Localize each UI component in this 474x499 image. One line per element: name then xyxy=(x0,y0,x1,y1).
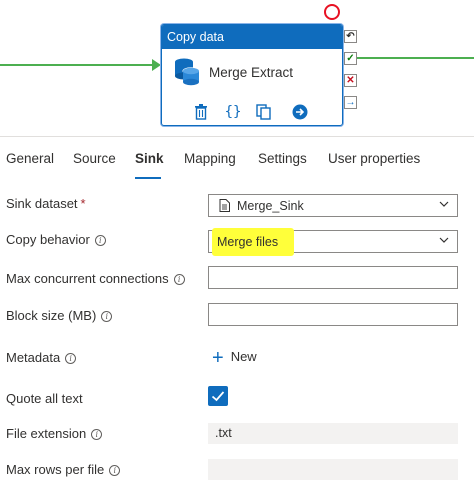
success-check-icon[interactable]: ✓ xyxy=(344,52,357,65)
file-extension-label-text: File extension xyxy=(6,426,87,441)
tab-mapping[interactable]: Mapping xyxy=(184,151,236,166)
info-icon[interactable]: i xyxy=(65,353,77,364)
copy-behavior-select[interactable]: Merge files xyxy=(208,228,458,256)
database-icon xyxy=(175,58,200,86)
copy-icon[interactable] xyxy=(256,103,272,121)
info-icon[interactable]: i xyxy=(173,274,185,285)
activity-name: Merge Extract xyxy=(209,65,294,80)
incoming-arrow-icon xyxy=(152,59,161,71)
active-tab-indicator xyxy=(135,177,161,179)
copy-data-activity[interactable]: Copy data Merge Extract {} xyxy=(161,24,343,126)
metadata-label-text: Metadata xyxy=(6,350,61,365)
file-extension-value: .txt xyxy=(215,426,232,440)
quote-all-text-label: Quote all text xyxy=(6,391,83,406)
incoming-connector xyxy=(0,64,152,66)
copy-behavior-label: Copy behavior i xyxy=(6,232,106,247)
sink-dataset-label-text: Sink dataset xyxy=(6,196,78,211)
copy-behavior-label-text: Copy behavior xyxy=(6,232,90,247)
info-icon[interactable]: i xyxy=(101,311,113,322)
plus-icon: + xyxy=(212,347,224,369)
checkmark-icon xyxy=(211,391,225,402)
max-rows-label: Max rows per file i xyxy=(6,462,121,477)
block-size-label: Block size (MB) i xyxy=(6,308,113,323)
tab-general[interactable]: General xyxy=(6,151,54,166)
max-concurrent-label: Max concurrent connections i xyxy=(6,271,185,286)
tab-sink[interactable]: Sink xyxy=(135,151,164,166)
tab-source[interactable]: Source xyxy=(73,151,116,166)
dataset-file-icon xyxy=(219,199,230,212)
info-icon[interactable]: i xyxy=(94,235,106,246)
quote-all-text-label-text: Quote all text xyxy=(6,391,83,406)
sink-dataset-label: Sink dataset * xyxy=(6,196,86,211)
arrow-right-circle-icon[interactable] xyxy=(292,103,308,121)
chevron-down-icon xyxy=(439,201,449,207)
file-extension-label: File extension i xyxy=(6,426,103,441)
metadata-new-button[interactable]: + New xyxy=(212,347,257,370)
outgoing-connector xyxy=(357,57,474,59)
tab-user-properties[interactable]: User properties xyxy=(328,151,420,166)
pipeline-canvas[interactable]: Copy data Merge Extract {} ↶ ✓ ✕ → xyxy=(0,0,474,135)
tab-settings[interactable]: Settings xyxy=(258,151,307,166)
max-concurrent-label-text: Max concurrent connections xyxy=(6,271,169,286)
max-concurrent-input[interactable] xyxy=(208,266,458,289)
activity-type-label: Copy data xyxy=(162,25,342,49)
max-rows-input[interactable] xyxy=(208,459,458,480)
info-icon[interactable]: i xyxy=(91,429,103,440)
delete-icon[interactable] xyxy=(194,103,208,121)
code-icon[interactable]: {} xyxy=(223,103,243,121)
sink-dataset-value: Merge_Sink xyxy=(237,199,304,213)
completion-arrow-icon[interactable]: → xyxy=(344,96,357,109)
copy-behavior-value: Merge files xyxy=(217,235,279,249)
quote-all-text-checkbox[interactable] xyxy=(208,386,228,406)
redo-icon[interactable]: ↶ xyxy=(344,30,357,43)
block-size-label-text: Block size (MB) xyxy=(6,308,97,323)
block-size-input[interactable] xyxy=(208,303,458,326)
chevron-down-icon xyxy=(439,237,449,243)
breakpoint-icon[interactable] xyxy=(324,4,340,20)
failure-x-icon[interactable]: ✕ xyxy=(344,74,357,87)
file-extension-input[interactable]: .txt xyxy=(208,423,458,444)
max-rows-label-text: Max rows per file xyxy=(6,462,105,477)
required-asterisk: * xyxy=(80,196,86,211)
new-button-label: New xyxy=(230,349,257,364)
sink-dataset-select[interactable]: Merge_Sink xyxy=(208,194,458,217)
metadata-label: Metadata i xyxy=(6,350,77,365)
info-icon[interactable]: i xyxy=(109,465,121,476)
properties-tabs: General Source Sink Mapping Settings Use… xyxy=(0,136,474,180)
